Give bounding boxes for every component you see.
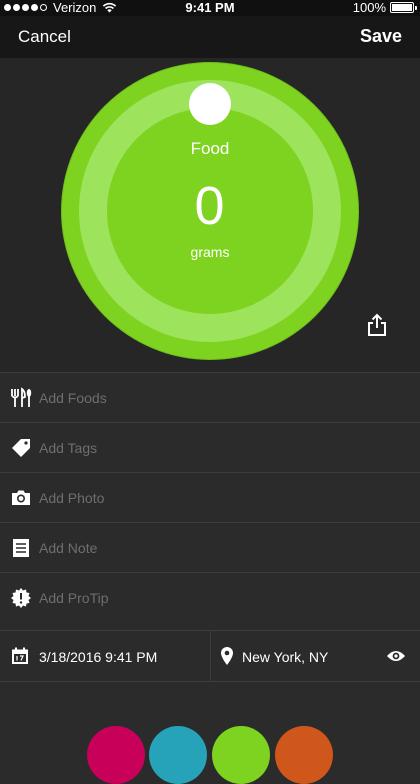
save-button[interactable]: Save (360, 26, 402, 47)
add-photo-row[interactable]: Add Photo (0, 472, 420, 522)
color-swatch-orange[interactable] (275, 726, 333, 784)
status-right: 100% (352, 0, 417, 15)
add-tags-label: Add Tags (39, 440, 98, 456)
add-tags-row[interactable]: Add Tags (0, 422, 420, 472)
navigation-bar: Cancel Save (0, 16, 420, 58)
tag-icon (12, 439, 30, 457)
add-protip-row[interactable]: Add ProTip (0, 572, 420, 622)
status-bar: Verizon 9:41 PM 100% (0, 0, 420, 16)
color-swatch-teal[interactable] (149, 726, 207, 784)
battery-icon (390, 1, 417, 13)
camera-icon (12, 490, 30, 505)
share-icon[interactable] (366, 313, 388, 337)
add-note-row[interactable]: Add Note (0, 522, 420, 572)
date-time-field[interactable]: 3/18/2016 9:41 PM (0, 631, 211, 681)
location-pin-icon (221, 647, 233, 665)
dial-section: Food 0 grams (0, 58, 420, 372)
dial-unit: grams (190, 244, 230, 260)
utensils-icon (11, 387, 32, 407)
action-list: Add Foods Add Tags Add Photo Add Note Ad… (0, 372, 420, 622)
add-protip-label: Add ProTip (39, 590, 109, 606)
color-picker (0, 682, 420, 784)
eye-icon[interactable] (386, 649, 406, 663)
add-foods-label: Add Foods (39, 390, 107, 406)
add-foods-row[interactable]: Add Foods (0, 372, 420, 422)
meta-bar: 3/18/2016 9:41 PM New York, NY (0, 630, 420, 682)
color-swatch-green[interactable] (212, 726, 270, 784)
calendar-icon (12, 647, 28, 664)
protip-icon (11, 588, 31, 608)
battery-percent: 100% (352, 0, 386, 15)
dial-knob[interactable] (189, 83, 231, 125)
date-time-value: 3/18/2016 9:41 PM (39, 649, 158, 665)
dial-category-label: Food (190, 139, 230, 158)
add-photo-label: Add Photo (39, 490, 105, 506)
add-note-label: Add Note (39, 540, 98, 556)
amount-dial[interactable]: Food 0 grams (62, 63, 358, 359)
cancel-button[interactable]: Cancel (18, 27, 71, 47)
note-icon (13, 539, 29, 557)
location-value: New York, NY (242, 649, 329, 665)
color-swatch-magenta[interactable] (87, 726, 145, 784)
dial-value: 0 (194, 176, 226, 236)
